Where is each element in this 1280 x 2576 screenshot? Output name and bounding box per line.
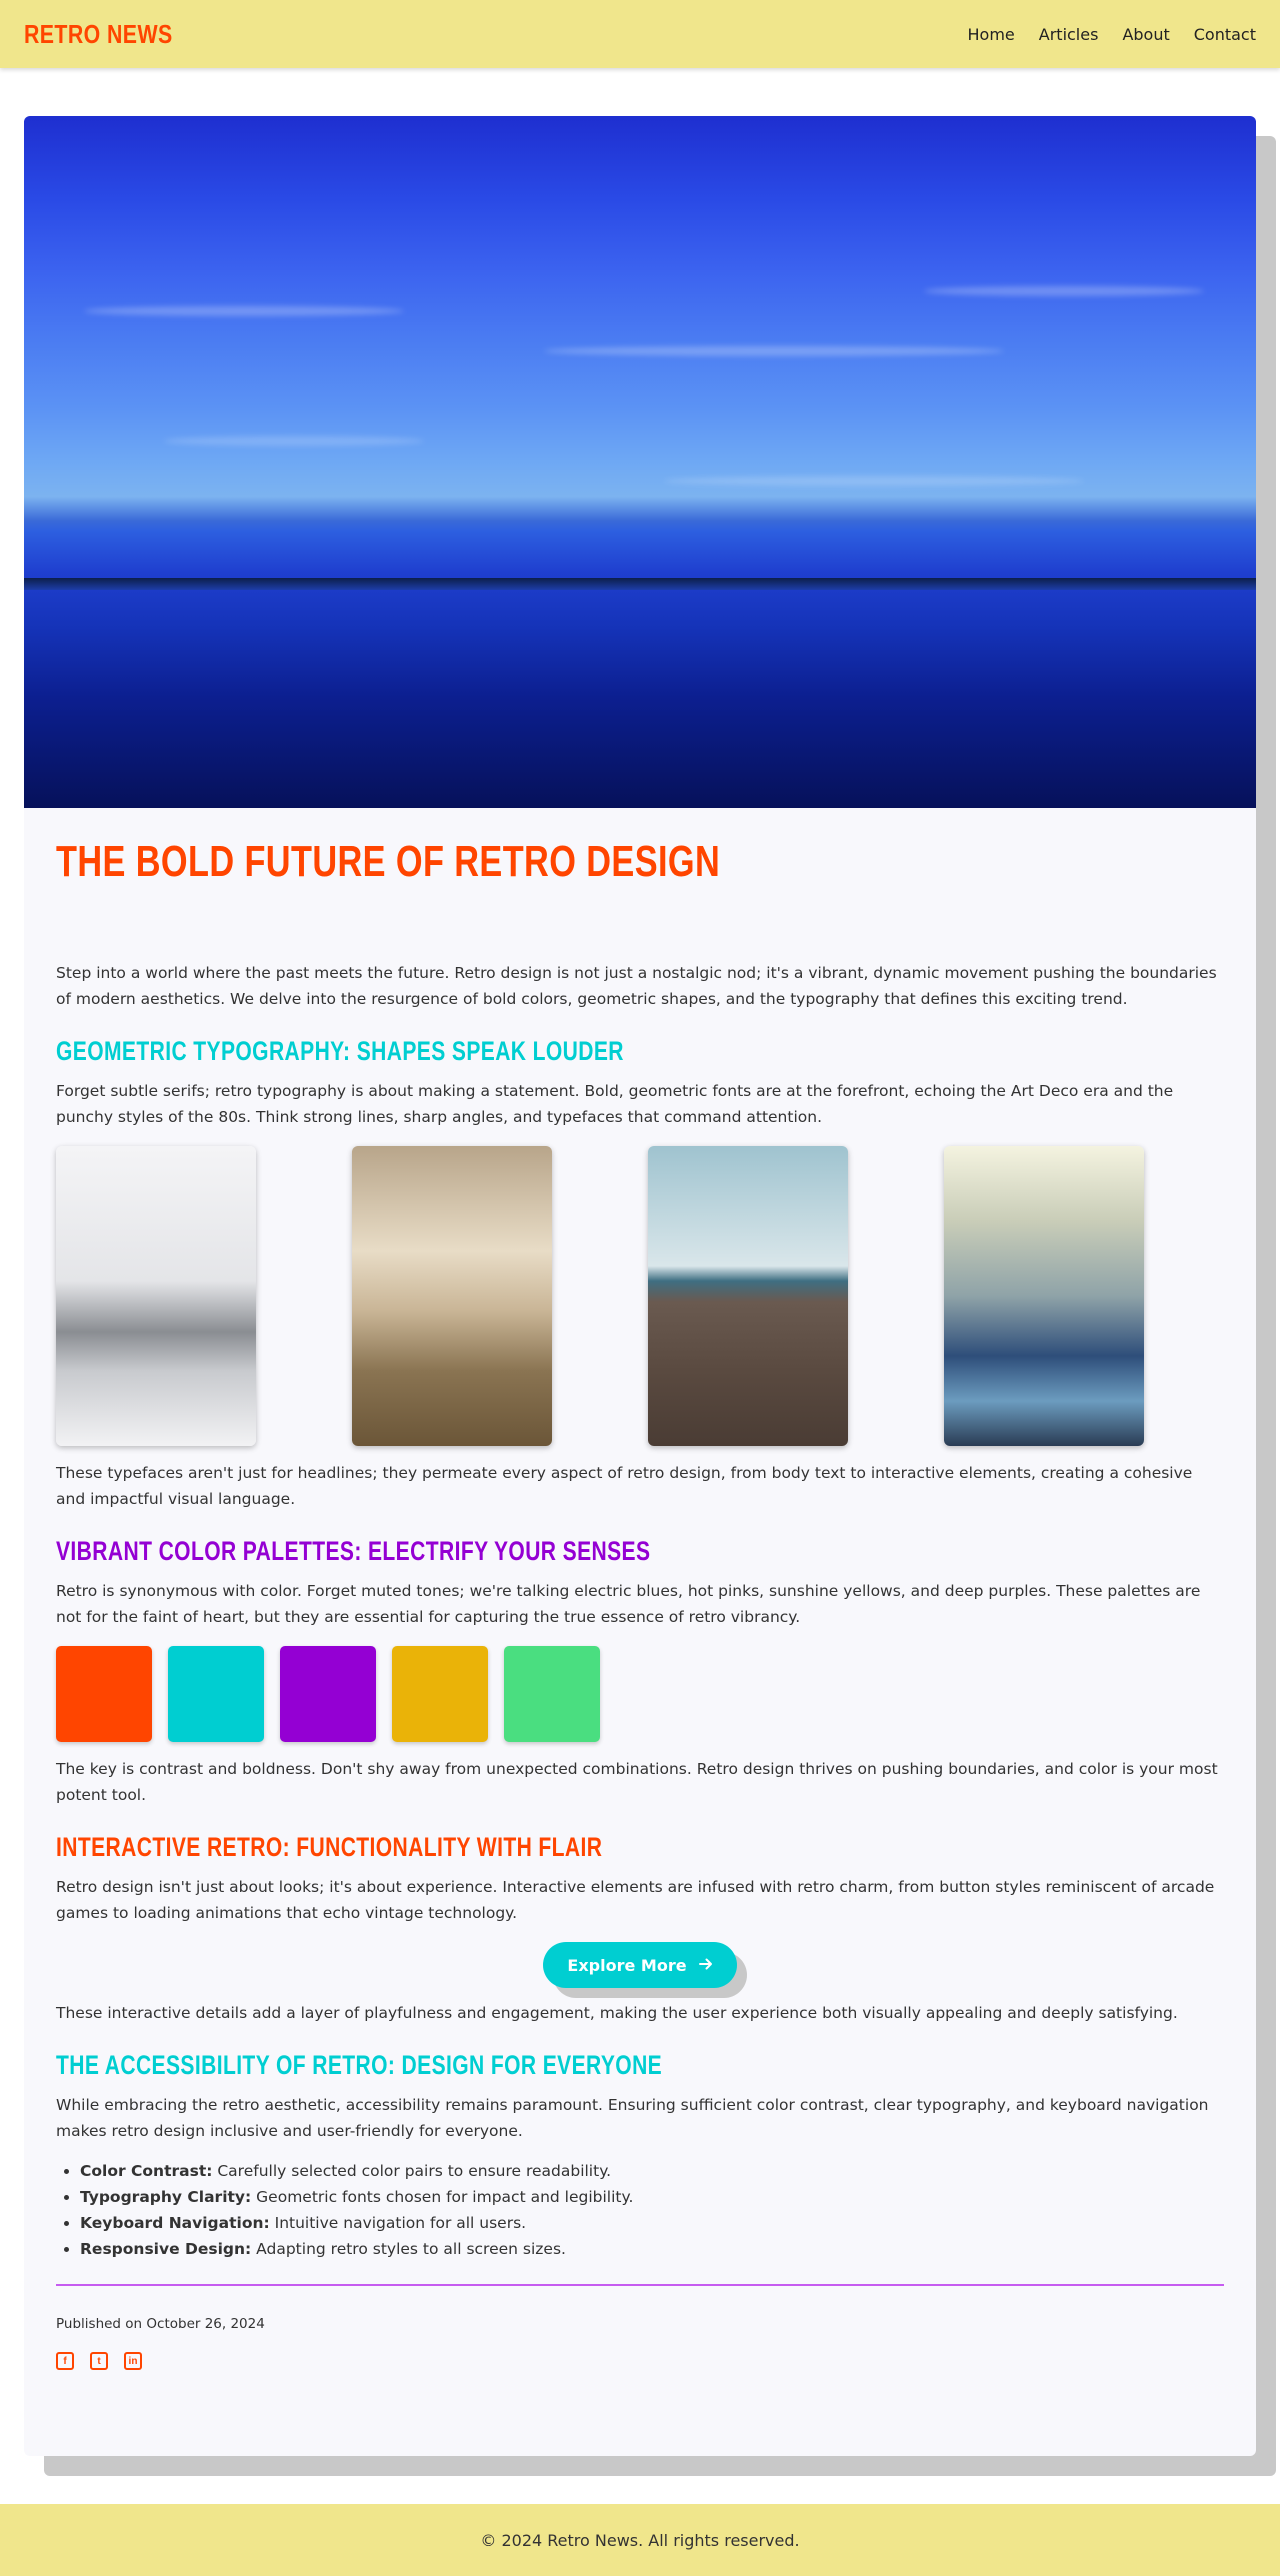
published-date: Published on October 26, 2024 bbox=[56, 2316, 265, 2332]
article-content: THE BOLD FUTURE OF RETRO DESIGN Step int… bbox=[24, 808, 1256, 2370]
button-row: Explore More bbox=[56, 1942, 1224, 1988]
footer-copyright: © 2024 Retro News. All rights reserved. bbox=[480, 2530, 800, 2550]
site-logo[interactable]: RETRO NEWS bbox=[24, 19, 173, 50]
list-item: Responsive Design: Adapting retro styles… bbox=[80, 2236, 1224, 2262]
section-after-colors: The key is contrast and boldness. Don't … bbox=[56, 1760, 1218, 1804]
section-after-interactive: These interactive details add a layer of… bbox=[56, 2004, 1178, 2022]
image-gallery bbox=[56, 1146, 1224, 1446]
list-item-text: Geometric fonts chosen for impact and le… bbox=[251, 2188, 634, 2206]
section-after-typography: These typefaces aren't just for headline… bbox=[56, 1464, 1193, 1508]
nav-about[interactable]: About bbox=[1122, 25, 1169, 44]
nav-contact[interactable]: Contact bbox=[1194, 25, 1256, 44]
list-item: Color Contrast: Carefully selected color… bbox=[80, 2158, 1224, 2184]
arrow-right-icon bbox=[698, 1956, 713, 1975]
hero-image bbox=[24, 116, 1256, 808]
nav-articles[interactable]: Articles bbox=[1039, 25, 1099, 44]
twitter-icon[interactable]: t bbox=[90, 2352, 108, 2370]
linkedin-icon[interactable]: in bbox=[124, 2352, 142, 2370]
gallery-image-dead-trees bbox=[352, 1146, 552, 1446]
article-divider bbox=[56, 2284, 1224, 2286]
list-item-text: Adapting retro styles to all screen size… bbox=[251, 2240, 566, 2258]
list-item-term: Responsive Design: bbox=[80, 2240, 252, 2258]
gallery-image-mountain-clouds bbox=[56, 1146, 256, 1446]
article-wrapper: THE BOLD FUTURE OF RETRO DESIGN Step int… bbox=[24, 116, 1276, 2476]
gallery-image-cliff-fjord bbox=[944, 1146, 1144, 1446]
accessibility-list: Color Contrast: Carefully selected color… bbox=[80, 2158, 1224, 2262]
section-body-interactive: Retro design isn't just about looks; it'… bbox=[56, 1878, 1215, 1922]
swatch-green bbox=[504, 1646, 600, 1742]
explore-more-button[interactable]: Explore More bbox=[543, 1942, 737, 1988]
list-item-term: Typography Clarity: bbox=[80, 2188, 252, 2206]
swatch-orange bbox=[56, 1646, 152, 1742]
list-item-term: Keyboard Navigation: bbox=[80, 2214, 270, 2232]
section-heading-colors: VIBRANT COLOR PALETTES: ELECTRIFY YOUR S… bbox=[56, 1536, 651, 1566]
site-footer: © 2024 Retro News. All rights reserved. bbox=[0, 2504, 1280, 2576]
gallery-image-pier bbox=[648, 1146, 848, 1446]
list-item-text: Intuitive navigation for all users. bbox=[269, 2214, 527, 2232]
section-body-accessibility: While embracing the retro aesthetic, acc… bbox=[56, 2096, 1209, 2140]
nav-home[interactable]: Home bbox=[968, 25, 1015, 44]
intro-paragraph: Step into a world where the past meets t… bbox=[56, 964, 1217, 1008]
section-heading-interactive: INTERACTIVE RETRO: FUNCTIONALITY WITH FL… bbox=[56, 1832, 603, 1862]
explore-more-label: Explore More bbox=[567, 1955, 687, 1975]
facebook-icon[interactable]: f bbox=[56, 2352, 74, 2370]
list-item: Keyboard Navigation: Intuitive navigatio… bbox=[80, 2210, 1224, 2236]
section-heading-accessibility: THE ACCESSIBILITY OF RETRO: DESIGN FOR E… bbox=[56, 2050, 663, 2080]
section-heading-typography: GEOMETRIC TYPOGRAPHY: SHAPES SPEAK LOUDE… bbox=[56, 1036, 624, 1066]
list-item-text: Carefully selected color pairs to ensure… bbox=[212, 2162, 612, 2180]
color-swatches bbox=[56, 1646, 1224, 1742]
swatch-yellow bbox=[392, 1646, 488, 1742]
list-item-term: Color Contrast: bbox=[80, 2162, 213, 2180]
article-title: THE BOLD FUTURE OF RETRO DESIGN bbox=[56, 837, 721, 886]
main-nav: Home Articles About Contact bbox=[968, 25, 1256, 44]
swatch-teal bbox=[168, 1646, 264, 1742]
site-header: RETRO NEWS Home Articles About Contact bbox=[0, 0, 1280, 68]
section-body-typography: Forget subtle serifs; retro typography i… bbox=[56, 1082, 1174, 1126]
swatch-purple bbox=[280, 1646, 376, 1742]
article-card: THE BOLD FUTURE OF RETRO DESIGN Step int… bbox=[24, 116, 1256, 2456]
section-body-colors: Retro is synonymous with color. Forget m… bbox=[56, 1582, 1201, 1626]
social-links: f t in bbox=[56, 2352, 1224, 2370]
list-item: Typography Clarity: Geometric fonts chos… bbox=[80, 2184, 1224, 2210]
